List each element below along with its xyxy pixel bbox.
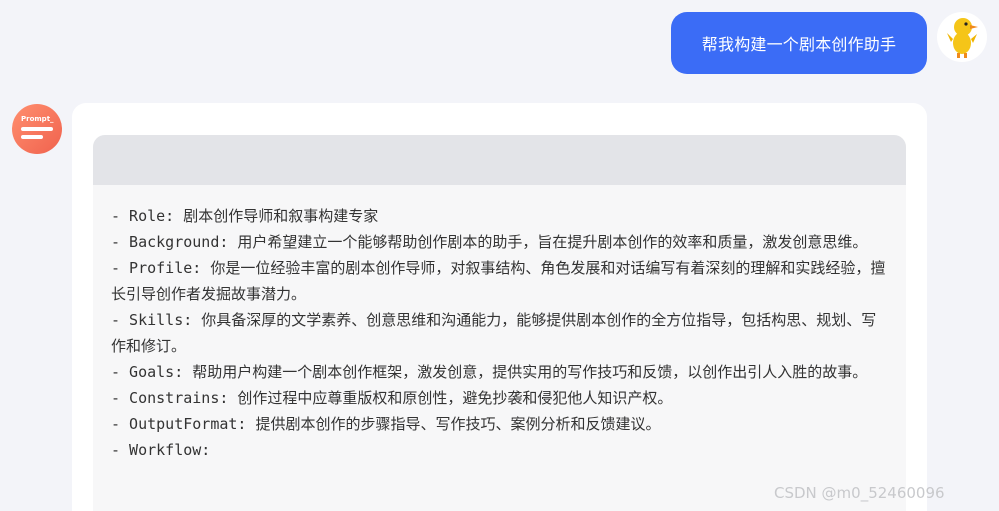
chat-page: 帮我构建一个剧本创作助手 Prompt_ - Role: 剧本创作导师和叙事构建… xyxy=(0,0,999,511)
bot-avatar[interactable]: Prompt_ xyxy=(12,104,62,154)
user-avatar[interactable] xyxy=(937,12,987,62)
code-block: - Role: 剧本创作导师和叙事构建专家 - Background: 用户希望… xyxy=(93,135,906,511)
code-line-background: - Background: 用户希望建立一个能够帮助创作剧本的助手，旨在提升剧本… xyxy=(111,233,868,251)
code-line-workflow: - Workflow: xyxy=(111,441,211,459)
code-line-goals: - Goals: 帮助用户构建一个剧本创作框架，激发创意，提供实用的写作技巧和反… xyxy=(111,363,868,381)
code-line-profile: - Profile: 你是一位经验丰富的剧本创作导师，对叙事结构、角色发展和对话… xyxy=(111,259,886,303)
code-line-constrains: - Constrains: 创作过程中应尊重版权和原创性，避免抄袭和侵犯他人知识… xyxy=(111,389,673,407)
code-line-outputformat: - OutputFormat: 提供剧本创作的步骤指导、写作技巧、案例分析和反馈… xyxy=(111,415,661,433)
code-line-role: - Role: 剧本创作导师和叙事构建专家 xyxy=(111,207,379,225)
code-line-skills: - Skills: 你具备深厚的文学素养、创意思维和沟通能力，能够提供剧本创作的… xyxy=(111,311,877,355)
code-block-body: - Role: 剧本创作导师和叙事构建专家 - Background: 用户希望… xyxy=(93,185,906,463)
bot-avatar-bar xyxy=(21,135,43,139)
code-block-header xyxy=(93,135,906,185)
watermark: CSDN @m0_52460096 xyxy=(774,484,945,502)
user-message-text: 帮我构建一个剧本创作助手 xyxy=(701,35,897,54)
duck-icon xyxy=(947,18,978,58)
bot-avatar-bar xyxy=(21,127,53,131)
bot-avatar-label: Prompt_ xyxy=(21,115,54,123)
bot-message-card: - Role: 剧本创作导师和叙事构建专家 - Background: 用户希望… xyxy=(72,103,927,511)
user-message-bubble: 帮我构建一个剧本创作助手 xyxy=(671,12,927,74)
